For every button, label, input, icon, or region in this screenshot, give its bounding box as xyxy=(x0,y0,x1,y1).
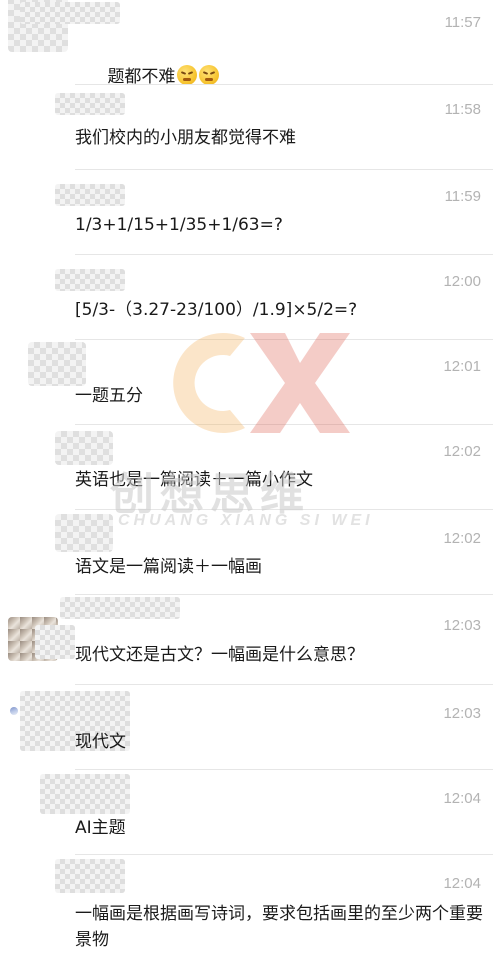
message-time: 11:59 xyxy=(444,188,481,205)
chat-message[interactable]: 12:04 AI主题 xyxy=(0,770,493,855)
message-time: 12:02 xyxy=(443,530,481,547)
chat-message[interactable]: 12:01 一题五分 xyxy=(0,340,493,425)
message-time: 12:01 xyxy=(443,358,481,375)
message-time: 12:03 xyxy=(443,705,481,722)
message-text: 一幅画是根据画写诗词，要求包括画里的至少两个重要景物 xyxy=(75,904,483,950)
chat-message[interactable]: 12:00 [5/3-（3.27-23/100）/1.9]×5/2=? xyxy=(0,255,493,340)
sender-name-redacted xyxy=(55,184,125,206)
avatar[interactable] xyxy=(28,342,86,386)
sender-name-redacted xyxy=(20,2,120,24)
message-time: 12:00 xyxy=(443,273,481,290)
sender-name-redacted xyxy=(40,774,130,814)
avatar[interactable] xyxy=(10,707,18,715)
sender-name-redacted xyxy=(55,269,125,291)
message-time: 12:03 xyxy=(443,617,481,634)
chat-message[interactable]: 11:59 1/3+1/15+1/35+1/63=? xyxy=(0,170,493,255)
message-text: 1/3+1/15+1/35+1/63=? xyxy=(75,215,283,235)
message-time: 12:04 xyxy=(443,875,481,892)
sender-name-redacted xyxy=(55,93,125,115)
persevering-face-emoji-icon xyxy=(177,65,198,85)
message-time: 11:58 xyxy=(444,101,481,118)
message-text: 语文是一篇阅读＋一幅画 xyxy=(75,557,262,577)
chat-message[interactable]: 12:04 一幅画是根据画写诗词，要求包括画里的至少两个重要景物 xyxy=(0,855,493,973)
chat-message[interactable]: 11:57 题都不难 xyxy=(0,0,493,87)
chat-message[interactable]: 12:03 现代文还是古文？一幅画是什么意思？ xyxy=(0,595,493,685)
message-time: 12:02 xyxy=(443,443,481,460)
chat-message[interactable]: 12:02 语文是一篇阅读＋一幅画 xyxy=(0,510,493,595)
message-text: AI主题 xyxy=(75,818,126,838)
message-text: 现代文 xyxy=(75,732,126,752)
persevering-face-emoji-icon xyxy=(199,65,220,85)
message-time: 11:57 xyxy=(444,14,481,31)
sender-name-redacted xyxy=(60,597,180,619)
message-text: 英语也是一篇阅读＋一篇小作文 xyxy=(75,470,313,490)
message-text: 现代文还是古文？一幅画是什么意思？ xyxy=(75,645,364,665)
chat-message[interactable]: 11:58 我们校内的小朋友都觉得不难 xyxy=(0,85,493,170)
chat-message[interactable]: 12:03 现代文 xyxy=(0,685,493,770)
message-text: 我们校内的小朋友都觉得不难 xyxy=(75,128,296,148)
chat-message[interactable]: 12:02 英语也是一篇阅读＋一篇小作文 xyxy=(0,425,493,510)
sender-name-redacted xyxy=(35,625,75,659)
message-text: 一题五分 xyxy=(75,386,143,406)
message-text: [5/3-（3.27-23/100）/1.9]×5/2=? xyxy=(75,300,358,320)
avatar[interactable] xyxy=(55,514,113,552)
chat-message-list[interactable]: 11:57 题都不难 11:58 我们校内的小朋友都觉得不难 11:59 1/3… xyxy=(0,0,493,973)
message-time: 12:04 xyxy=(443,790,481,807)
avatar[interactable] xyxy=(55,431,113,465)
sender-name-redacted xyxy=(55,859,125,893)
